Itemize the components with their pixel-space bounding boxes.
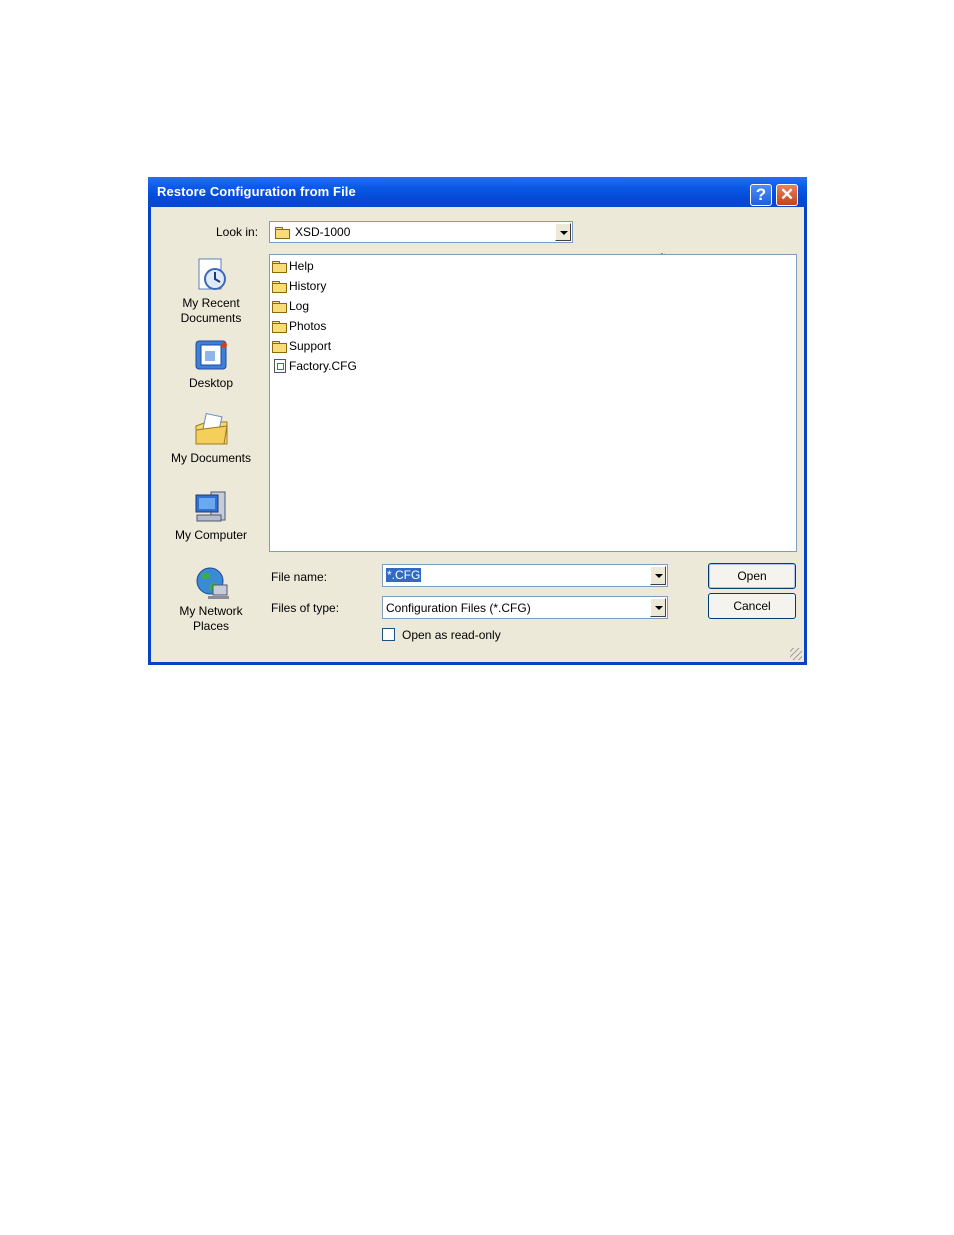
file-name: Factory.CFG (289, 359, 357, 373)
folder-icon (272, 280, 287, 293)
look-in-dropdown[interactable]: XSD-1000 (269, 221, 573, 243)
help-button[interactable]: ? (750, 184, 772, 206)
desktop-icon (195, 340, 227, 370)
file-name: Support (289, 339, 332, 353)
file-list[interactable]: Help History Log Photos Support Factory.… (269, 254, 797, 552)
file-name: Log (289, 299, 310, 313)
file-name-input[interactable]: *.CFG (382, 564, 668, 587)
list-item[interactable]: Log (272, 297, 309, 315)
place-my-documents[interactable]: My Documents (161, 412, 261, 466)
file-type-dropdown[interactable]: Configuration Files (*.CFG) (382, 596, 668, 619)
list-item[interactable]: Help (272, 257, 314, 275)
list-item[interactable]: History (272, 277, 326, 295)
place-my-recent-documents[interactable]: My Recent Documents (161, 257, 261, 326)
place-my-network-places[interactable]: My Network Places (161, 565, 261, 634)
my-documents-icon (195, 412, 228, 445)
chevron-down-icon[interactable] (650, 598, 666, 617)
folder-icon (272, 300, 287, 313)
place-label: My Recent Documents (180, 296, 242, 325)
chevron-down-icon[interactable] (650, 566, 666, 585)
file-type-label: Files of type: (271, 601, 340, 615)
place-label: My Documents (170, 451, 252, 465)
read-only-label[interactable]: Open as read-only (402, 628, 501, 642)
file-name: Photos (289, 319, 327, 333)
list-item[interactable]: Factory.CFG (272, 357, 357, 375)
place-desktop[interactable]: Desktop (161, 337, 261, 391)
file-type-value: Configuration Files (*.CFG) (386, 601, 531, 615)
dialog-body: Look in: XSD-1000 My Recent Documents De… (151, 207, 804, 662)
config-file-icon (274, 359, 286, 373)
file-name: History (289, 279, 327, 293)
file-name: Help (289, 259, 314, 273)
list-item[interactable]: Photos (272, 317, 326, 335)
dialog-title: Restore Configuration from File (157, 184, 356, 199)
restore-config-dialog: Restore Configuration from File ? ✕ Look… (148, 177, 807, 665)
folder-icon (272, 340, 287, 353)
resize-grip[interactable] (790, 648, 802, 660)
look-in-label: Look in: (216, 225, 259, 239)
file-name-label: File name: (271, 570, 328, 584)
cancel-button[interactable]: Cancel (708, 593, 796, 619)
close-button[interactable]: ✕ (776, 184, 798, 206)
open-button[interactable]: Open (708, 563, 796, 589)
network-places-icon (196, 567, 230, 599)
folder-icon (272, 260, 287, 273)
folder-icon (272, 320, 287, 333)
place-label: My Computer (174, 528, 248, 542)
list-item[interactable]: Support (272, 337, 331, 355)
read-only-checkbox[interactable] (382, 628, 395, 641)
place-my-computer[interactable]: My Computer (161, 489, 261, 543)
place-label: My Network Places (179, 604, 243, 633)
my-computer-icon (195, 491, 226, 522)
folder-icon (275, 227, 290, 239)
look-in-value: XSD-1000 (295, 225, 351, 239)
chevron-down-icon[interactable] (555, 223, 571, 241)
recent-documents-icon (198, 258, 226, 290)
place-label: Desktop (188, 376, 234, 390)
title-bar[interactable]: Restore Configuration from File ? ✕ (148, 177, 807, 207)
file-name-value: *.CFG (386, 568, 422, 582)
